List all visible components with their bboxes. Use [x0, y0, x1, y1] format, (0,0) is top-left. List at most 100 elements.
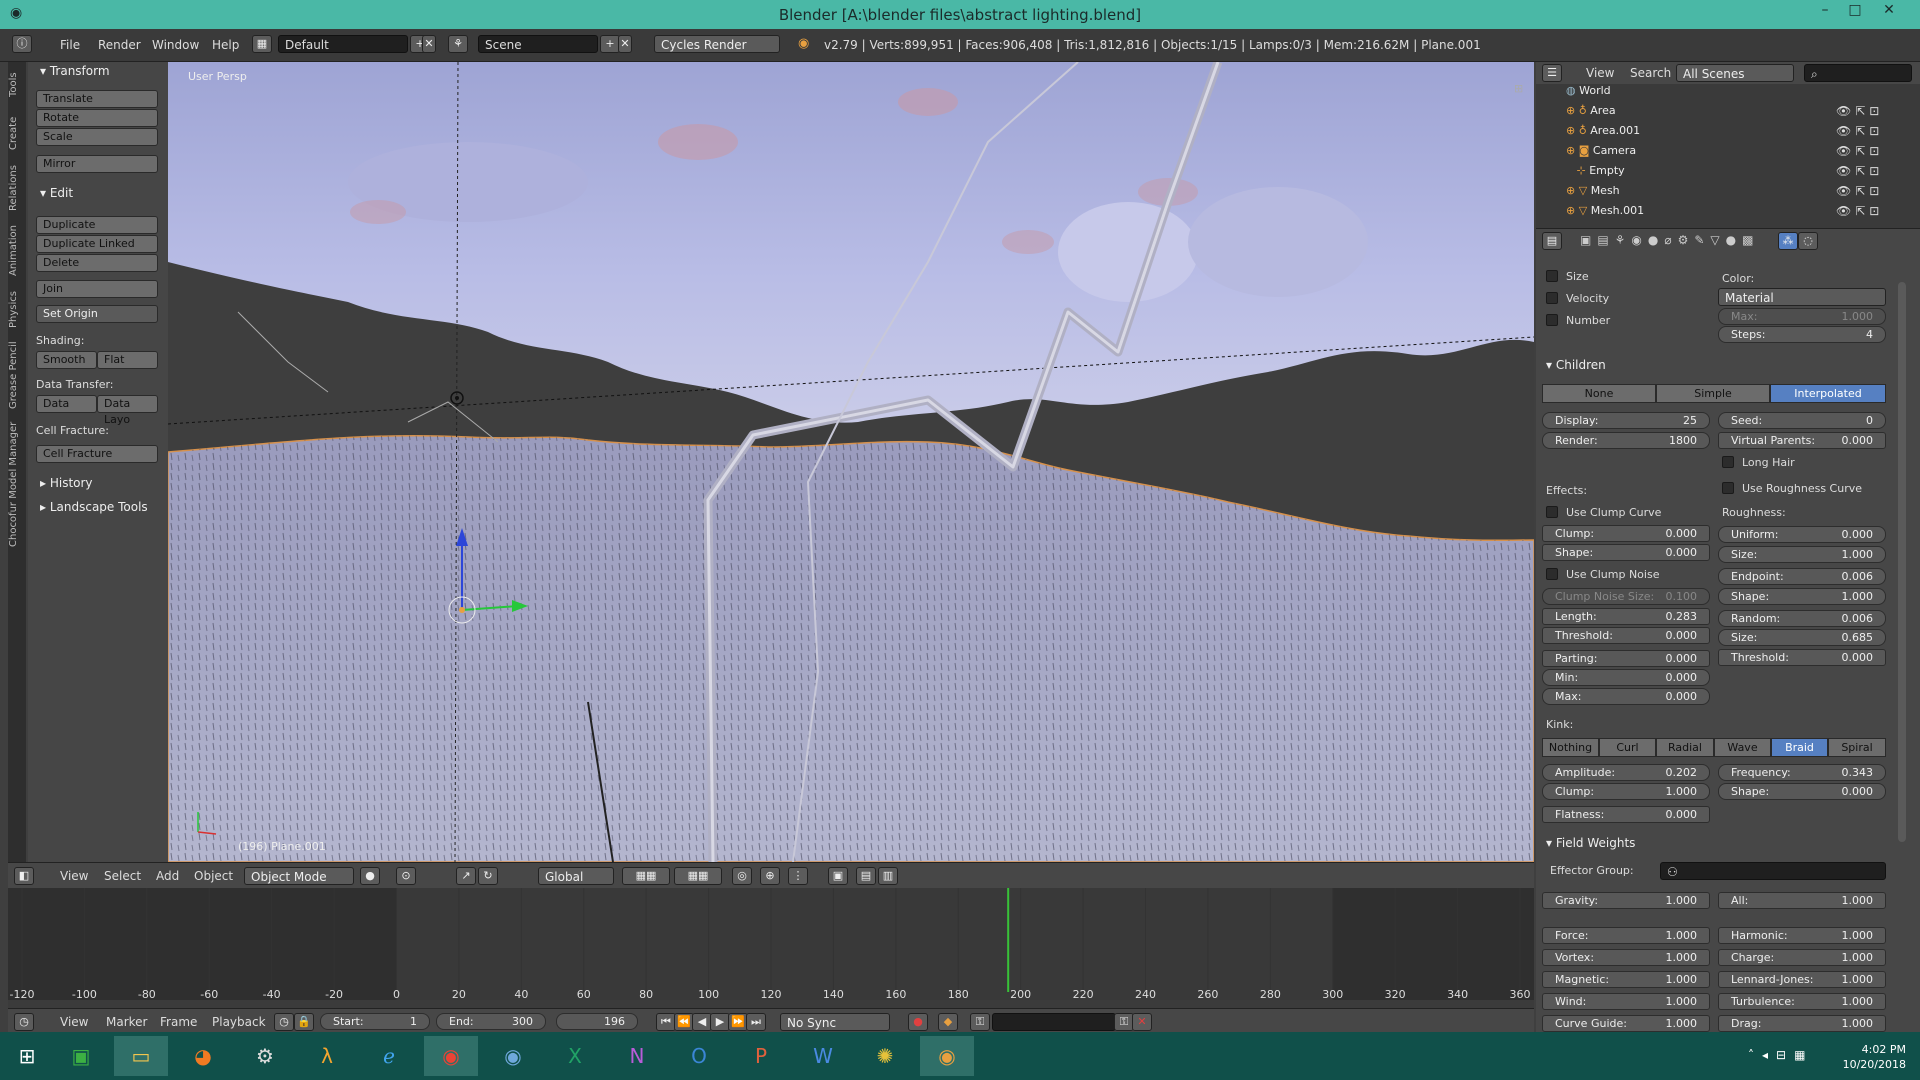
- duplicate-linked-button[interactable]: Duplicate Linked: [36, 235, 158, 253]
- excel-icon[interactable]: X: [548, 1036, 602, 1076]
- file-explorer-icon[interactable]: ▭: [114, 1036, 168, 1076]
- color-dropdown[interactable]: Material: [1718, 288, 1886, 306]
- set-origin-dropdown[interactable]: Set Origin: [36, 305, 158, 323]
- random-size-field[interactable]: Size: 0.685: [1718, 629, 1886, 646]
- children-simple-button[interactable]: Simple: [1656, 384, 1770, 403]
- kink-wave-button[interactable]: Wave: [1714, 738, 1771, 757]
- close-button[interactable]: ✕: [1874, 2, 1904, 24]
- curve-guide-field[interactable]: Curve Guide: 1.000: [1542, 1015, 1710, 1032]
- seed-field[interactable]: Seed: 0: [1718, 412, 1886, 429]
- pivot-icon[interactable]: ⊙: [396, 867, 416, 885]
- transform-header[interactable]: ▾ Transform: [40, 64, 110, 78]
- delete-keyframe-icon[interactable]: ✕: [1132, 1013, 1152, 1031]
- smooth-button[interactable]: Smooth: [36, 351, 97, 369]
- keying-set-icon[interactable]: ⚿: [970, 1013, 990, 1031]
- context-tab-icons[interactable]: ▣▤⚘◉●⌀⚙✎▽●▩: [1580, 233, 1759, 247]
- outlook-icon[interactable]: O: [672, 1036, 726, 1076]
- menu-add[interactable]: Add: [156, 869, 179, 883]
- jump-start-icon[interactable]: ⏮: [656, 1013, 676, 1031]
- visibility-icons[interactable]: 👁⇱⊡: [1836, 124, 1896, 138]
- current-frame-field[interactable]: 196: [556, 1013, 638, 1030]
- delete-button[interactable]: Delete: [36, 254, 158, 272]
- clump-noise-size-field[interactable]: Clump Noise Size: 0.100: [1542, 588, 1710, 605]
- menu-select[interactable]: Select: [104, 869, 141, 883]
- next-key-icon[interactable]: ⏩: [728, 1013, 748, 1031]
- properties-scrollbar[interactable]: [1898, 282, 1906, 842]
- gravity-field[interactable]: Gravity: 1.000: [1542, 892, 1710, 909]
- children-none-button[interactable]: None: [1542, 384, 1656, 403]
- use-roughness-curve-checkbox[interactable]: [1722, 482, 1734, 494]
- random-threshold-field[interactable]: Threshold: 0.000: [1718, 649, 1886, 666]
- editor-type-icon[interactable]: ◧: [14, 867, 34, 885]
- keying-set-field[interactable]: [992, 1013, 1116, 1031]
- play-reverse-icon[interactable]: ◀: [692, 1013, 712, 1031]
- menu-help[interactable]: Help: [212, 38, 239, 52]
- flatness-field[interactable]: Flatness: 0.000: [1542, 806, 1710, 823]
- visibility-icons[interactable]: 👁⇱⊡: [1836, 204, 1896, 218]
- field-weights-header[interactable]: ▾ Field Weights: [1546, 836, 1635, 850]
- kink-spiral-button[interactable]: Spiral: [1828, 738, 1886, 757]
- history-header[interactable]: ▸ History: [40, 476, 93, 490]
- use-clump-noise-checkbox[interactable]: [1546, 568, 1558, 580]
- data-button[interactable]: Data: [36, 395, 97, 413]
- camera-icon[interactable]: ▤: [856, 867, 876, 885]
- insert-keyframe-icon[interactable]: ⚿: [1114, 1013, 1134, 1031]
- system-tray-icons[interactable]: ˄◂⊟▦: [1748, 1048, 1813, 1062]
- physics-tab-icon[interactable]: ◌: [1798, 232, 1818, 250]
- screen-layout-icon[interactable]: ▦: [252, 35, 272, 53]
- keying-icon[interactable]: ◆: [938, 1013, 958, 1031]
- prev-key-icon[interactable]: ⏪: [674, 1013, 694, 1031]
- word-icon[interactable]: W: [796, 1036, 850, 1076]
- chrome-alt-icon[interactable]: ◉: [486, 1036, 540, 1076]
- endpoint-shape-field[interactable]: Shape: 1.000: [1718, 588, 1886, 605]
- tab-relations[interactable]: Relations: [8, 160, 26, 216]
- scale-button[interactable]: Scale: [36, 128, 158, 146]
- use-clump-curve-checkbox[interactable]: [1546, 506, 1558, 518]
- cell-fracture-button[interactable]: Cell Fracture: [36, 445, 158, 463]
- display-mode-dropdown[interactable]: All Scenes: [1676, 64, 1794, 82]
- kink-clump-field[interactable]: Clump: 1.000: [1542, 783, 1710, 800]
- parting-max-field[interactable]: Max: 0.000: [1542, 688, 1710, 705]
- editor-type-icon[interactable]: ◷: [14, 1013, 34, 1031]
- sync-dropdown[interactable]: No Sync: [780, 1013, 890, 1031]
- tab-create[interactable]: Create: [8, 110, 26, 156]
- viewport-plus-icon[interactable]: ⊞: [1514, 82, 1523, 95]
- delete-scene-icon[interactable]: ✕: [618, 35, 632, 53]
- threshold-field[interactable]: Threshold: 0.000: [1542, 627, 1710, 644]
- layers-2-icon[interactable]: ▦▦: [674, 867, 722, 885]
- effector-group-field[interactable]: ⚇: [1660, 862, 1886, 880]
- clock[interactable]: 4:02 PM 10/20/2018: [1843, 1042, 1906, 1072]
- harmonic-field[interactable]: Harmonic: 1.000: [1718, 927, 1886, 944]
- clump-field[interactable]: Clump: 0.000: [1542, 525, 1710, 542]
- editor-type-icon[interactable]: ☰: [1542, 64, 1562, 82]
- rotate-button[interactable]: Rotate: [36, 109, 158, 127]
- steam-icon[interactable]: ⚙: [238, 1036, 292, 1076]
- chrome-icon[interactable]: ◉: [424, 1036, 478, 1076]
- scene-field[interactable]: Scene: [478, 35, 598, 53]
- children-interpolated-button[interactable]: Interpolated: [1770, 384, 1886, 403]
- menu-view[interactable]: View: [1586, 66, 1614, 80]
- start-frame-field[interactable]: Start: 1: [320, 1013, 430, 1030]
- parting-min-field[interactable]: Min: 0.000: [1542, 669, 1710, 686]
- menu-search[interactable]: Search: [1630, 66, 1671, 80]
- kink-radial-button[interactable]: Radial: [1656, 738, 1714, 757]
- menu-frame[interactable]: Frame: [160, 1015, 197, 1029]
- duplicate-button[interactable]: Duplicate: [36, 216, 158, 234]
- tab-chocofur[interactable]: Chocofur Model Manager: [8, 416, 26, 552]
- editor-type-icon[interactable]: ⓘ: [12, 35, 32, 53]
- clump-shape-field[interactable]: Shape: 0.000: [1542, 544, 1710, 561]
- snap-icon[interactable]: ⊕: [760, 867, 780, 885]
- outliner-item[interactable]: ◍ World: [1566, 84, 1906, 104]
- menu-render[interactable]: Render: [98, 38, 141, 52]
- uniform-field[interactable]: Uniform: 0.000: [1718, 526, 1886, 543]
- proportional-edit-icon[interactable]: ◎: [732, 867, 752, 885]
- menu-object[interactable]: Object: [194, 869, 233, 883]
- virtual-parents-field[interactable]: Virtual Parents: 0.000: [1718, 432, 1886, 449]
- delete-layout-icon[interactable]: ✕: [422, 35, 436, 53]
- menu-file[interactable]: File: [60, 38, 80, 52]
- mirror-button[interactable]: Mirror: [36, 155, 158, 173]
- lock-icon[interactable]: 🔒: [294, 1013, 314, 1031]
- length-field[interactable]: Length: 0.283: [1542, 608, 1710, 625]
- outliner-search-input[interactable]: ⌕: [1804, 64, 1912, 82]
- wind-field[interactable]: Wind: 1.000: [1542, 993, 1710, 1010]
